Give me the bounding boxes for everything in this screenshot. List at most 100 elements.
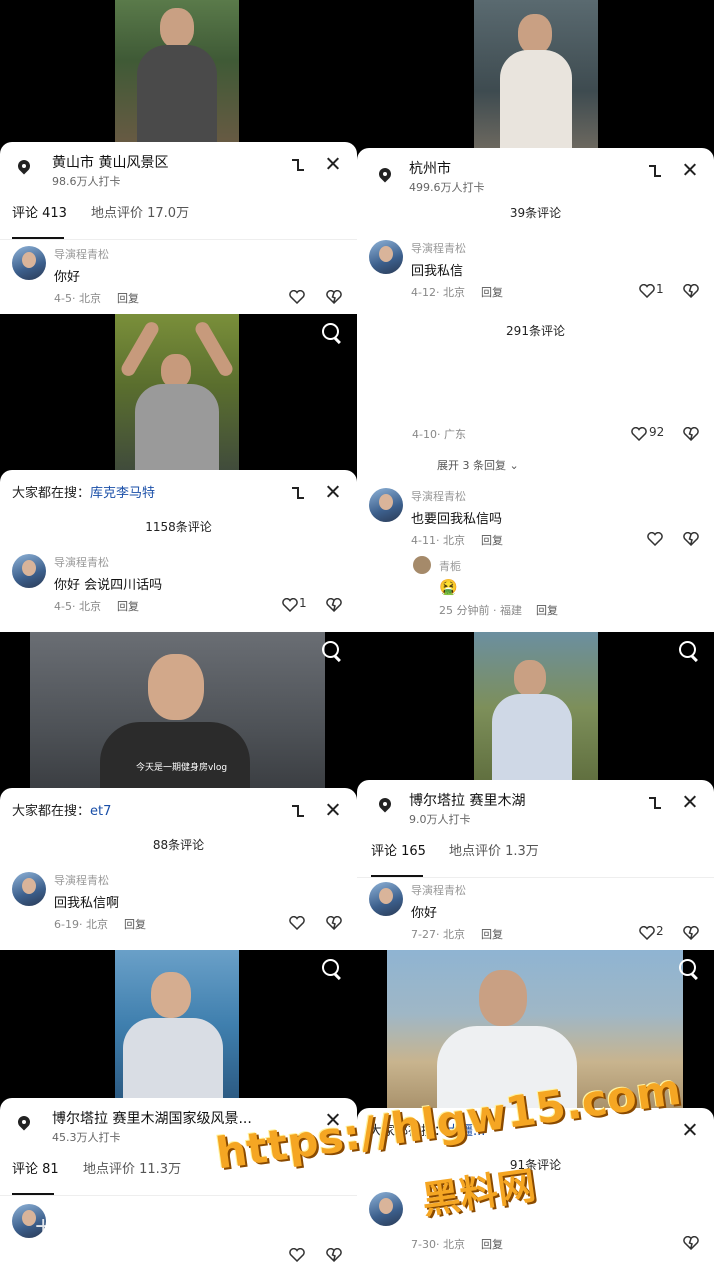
heart-icon[interactable] (289, 1248, 305, 1262)
like-count: 2 (656, 924, 664, 938)
close-icon[interactable] (323, 154, 343, 174)
comment-author[interactable]: 导演程青松 (54, 554, 109, 570)
comment-meta: 6-19· 北京 回复 (54, 916, 146, 932)
search-term-link[interactable]: et7 (90, 804, 111, 819)
screen: 黄山市 黄山风景区 98.6万人打卡 评论 413 地点评价 17.0万 导演程… (0, 0, 714, 1280)
close-icon[interactable] (323, 800, 343, 820)
heart-icon[interactable] (647, 532, 663, 546)
reply-button[interactable]: 回复 (117, 600, 139, 613)
video-frame-3[interactable]: 今天是一期健身房vlog (0, 632, 357, 792)
comment-count: 1158条评论 (145, 520, 212, 534)
location-title[interactable]: 博尔塔拉 赛里木湖 (409, 790, 525, 810)
comment-panel-search-1: 大家都在搜：库克李马特 1158条评论 导演程青松 你好 会说四川话吗 4-5·… (0, 470, 357, 632)
location-title[interactable]: 黄山市 黄山风景区 (52, 152, 168, 172)
tab-place-rating[interactable]: 地点评价 17.0万 (91, 204, 189, 224)
expand-replies-button[interactable]: 展开 3 条回复 ⌄ (437, 457, 519, 473)
video-frame-6[interactable] (357, 632, 714, 784)
comment-text: 也要回我私信吗 (411, 512, 503, 527)
trending-search: 大家都在搜：库克李马特 (12, 482, 155, 501)
dislike-icon[interactable] (326, 598, 342, 612)
avatar[interactable] (369, 1192, 403, 1226)
avatar[interactable] (12, 872, 46, 906)
heart-icon[interactable] (631, 427, 647, 441)
expand-icon[interactable] (289, 484, 307, 502)
expand-icon[interactable] (289, 802, 307, 820)
location-title[interactable]: 杭州市 (409, 158, 451, 178)
avatar[interactable] (12, 246, 46, 280)
tab-place-rating[interactable]: 地点评价 1.3万 (449, 842, 539, 862)
tab-underline (371, 875, 423, 877)
comment-text: 你好 会说四川话吗 (54, 578, 163, 593)
comment-author[interactable]: 导演程青松 (411, 882, 466, 898)
tab-comments[interactable]: 评论 413 (12, 204, 67, 224)
reply-button[interactable]: 回复 (536, 604, 558, 617)
heart-icon[interactable] (289, 916, 305, 930)
heart-icon[interactable] (639, 926, 655, 940)
reply-button[interactable]: 回复 (117, 292, 139, 305)
comment-item: 导演程青松 你好 4-5· 北京 回复 (0, 246, 357, 310)
checkin-count: 9.0万人打卡 (409, 813, 471, 826)
search-icon[interactable] (321, 322, 343, 344)
expand-icon[interactable] (646, 794, 664, 812)
tab-comments[interactable]: 评论 165 (371, 842, 426, 862)
tab-comments[interactable]: 评论 81 (12, 1160, 59, 1180)
avatar[interactable] (413, 556, 431, 574)
close-icon[interactable] (323, 482, 343, 502)
reply-button[interactable]: 回复 (481, 534, 503, 547)
video-frame-5[interactable] (357, 0, 714, 152)
reply-author[interactable]: 青栀 (439, 558, 461, 574)
reply-button[interactable]: 回复 (481, 286, 503, 299)
reply-button[interactable]: 回复 (481, 928, 503, 941)
comment-meta: 7-30· 北京 回复 (411, 1236, 503, 1252)
avatar[interactable] (369, 882, 403, 916)
search-icon[interactable] (678, 640, 700, 662)
dislike-icon[interactable] (326, 1248, 342, 1262)
comment-author[interactable]: 导演程青松 (411, 240, 466, 256)
avatar[interactable] (369, 488, 403, 522)
heart-icon[interactable] (282, 598, 298, 612)
dislike-icon[interactable] (683, 926, 699, 940)
reply-date: 25 分钟前 · 福建 (439, 604, 522, 617)
close-icon[interactable] (680, 792, 700, 812)
location-pin-icon (16, 1116, 32, 1134)
comment-author[interactable]: 导演程青松 (54, 872, 109, 888)
dislike-icon[interactable] (683, 427, 699, 441)
avatar[interactable] (369, 240, 403, 274)
expand-icon[interactable] (289, 156, 307, 174)
comment-panel-search-2: 大家都在搜：et7 88条评论 导演程青松 回我私信啊 6-19· 北京 回复 (0, 788, 357, 950)
comment-author[interactable]: 导演程青松 (54, 246, 109, 262)
dislike-icon[interactable] (683, 284, 699, 298)
heart-icon[interactable] (639, 284, 655, 298)
search-icon[interactable] (321, 958, 343, 980)
comment-author[interactable]: 导演程青松 (411, 488, 466, 504)
dislike-icon[interactable] (683, 532, 699, 546)
comment-date: 4-12· 北京 (411, 286, 465, 299)
checkin-count: 499.6万人打卡 (409, 181, 485, 194)
comment-date: 7-27· 北京 (411, 928, 465, 941)
expand-icon[interactable] (646, 162, 664, 180)
reply-button[interactable]: 回复 (481, 1238, 503, 1251)
search-term-link[interactable]: 库克李马特 (90, 486, 155, 501)
post-photo-button[interactable]: + 我也发一张 (34, 1208, 169, 1240)
search-icon[interactable] (321, 640, 343, 662)
avatar[interactable] (12, 554, 46, 588)
comment-date: 7-30· 北京 (411, 1238, 465, 1251)
dislike-icon[interactable] (326, 290, 342, 304)
location-pin-icon (377, 798, 393, 816)
checkin-count: 98.6万人打卡 (52, 175, 121, 188)
reply-button[interactable]: 回复 (124, 918, 146, 931)
heart-icon[interactable] (289, 290, 305, 304)
left-column: 黄山市 黄山风景区 98.6万人打卡 评论 413 地点评价 17.0万 导演程… (0, 0, 357, 1280)
close-icon[interactable] (680, 160, 700, 180)
video-frame-1[interactable] (0, 0, 357, 150)
location-title[interactable]: 博尔塔拉 赛里木湖国家级风景... (52, 1108, 252, 1128)
heart-icon[interactable] (626, 1212, 686, 1266)
tab-place-rating[interactable]: 地点评价 11.3万 (83, 1160, 181, 1180)
video-frame-4[interactable] (0, 950, 357, 1100)
search-icon[interactable] (678, 958, 700, 980)
close-icon[interactable] (680, 1120, 700, 1140)
video-frame-2[interactable] (0, 314, 357, 474)
search-prefix: 大家都在搜： (12, 486, 91, 501)
like-count: 1 (656, 282, 664, 296)
dislike-icon[interactable] (326, 916, 342, 930)
